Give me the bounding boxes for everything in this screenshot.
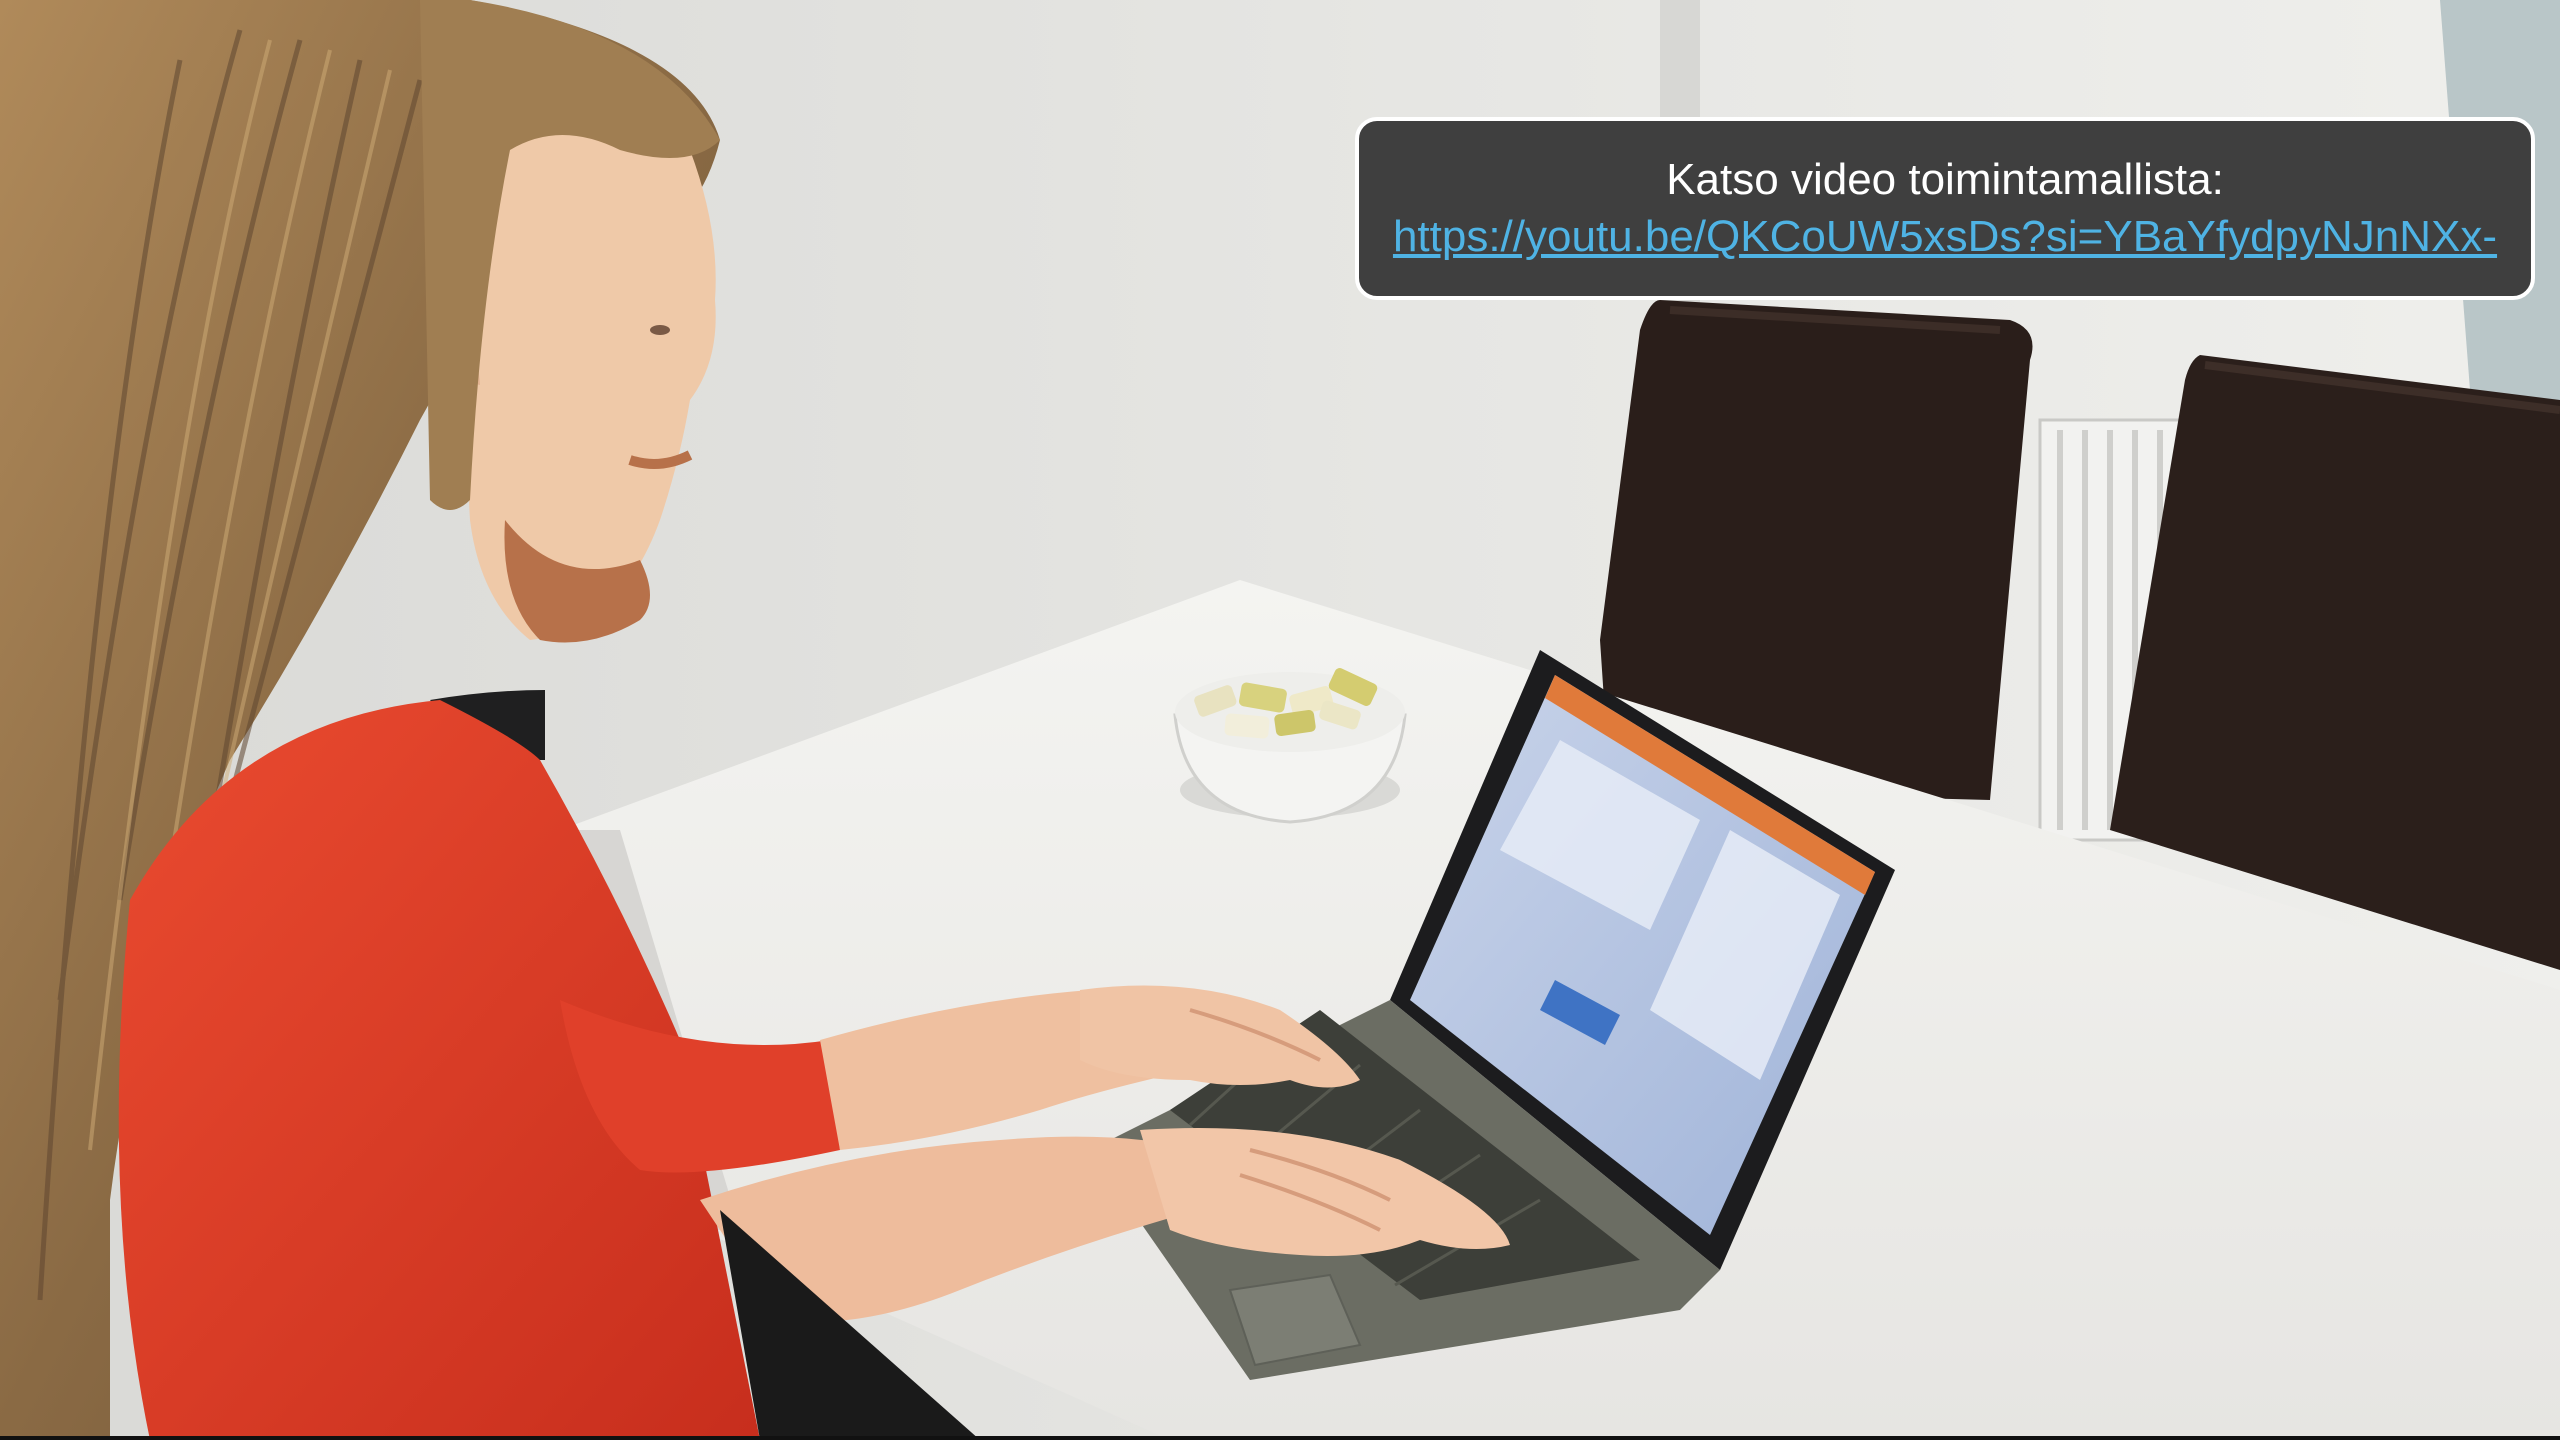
- video-callout-box: Katso video toimintamallista: https://yo…: [1355, 117, 2535, 300]
- video-link[interactable]: https://youtu.be/QKCoUW5xsDs?si=YBaYfydp…: [1393, 208, 2497, 266]
- bottom-strip: [0, 1436, 2560, 1440]
- candy-bowl: [1173, 668, 1407, 824]
- callout-heading: Katso video toimintamallista:: [1666, 154, 2224, 204]
